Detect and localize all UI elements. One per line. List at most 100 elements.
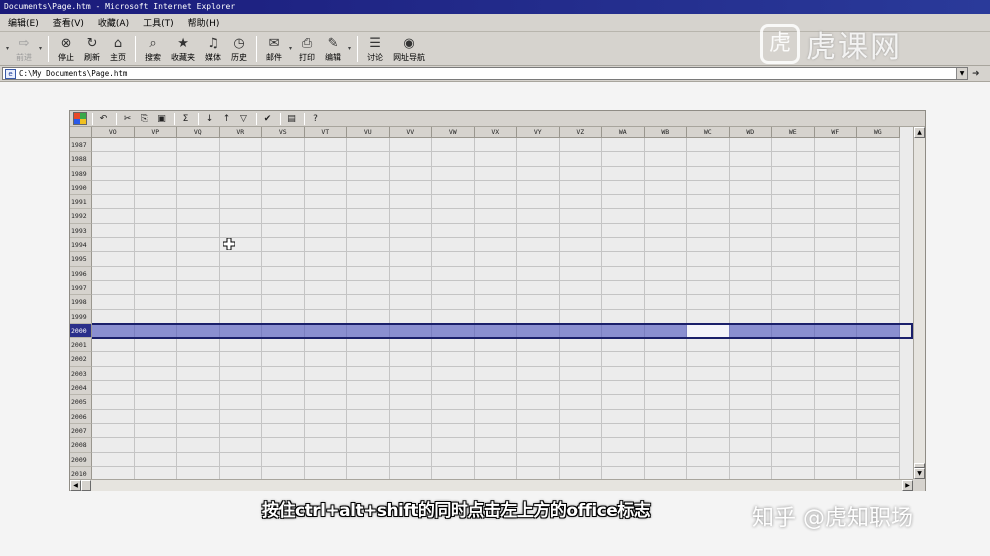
row-header[interactable]: 2007	[70, 423, 92, 439]
grid-cell[interactable]	[517, 152, 560, 167]
grid-cell[interactable]	[177, 466, 220, 479]
grid-cell[interactable]	[559, 309, 602, 324]
grid-cell[interactable]	[219, 309, 262, 324]
grid-cell[interactable]	[474, 180, 517, 196]
column-header[interactable]: WA	[602, 127, 645, 138]
grid-cell[interactable]	[602, 366, 645, 382]
grid-cell[interactable]	[602, 438, 645, 453]
grid-cell[interactable]	[602, 252, 645, 267]
row-header[interactable]: 1987	[70, 138, 92, 153]
grid-cell[interactable]	[262, 466, 305, 479]
grid-cell[interactable]	[219, 381, 262, 396]
row-header[interactable]: 1991	[70, 195, 92, 210]
grid-cell[interactable]	[432, 452, 475, 467]
grid-cell[interactable]	[134, 409, 177, 424]
grid-cell[interactable]	[857, 166, 900, 181]
grid-cell[interactable]	[389, 209, 432, 224]
grid-cell[interactable]	[219, 295, 262, 310]
grid-cell[interactable]	[644, 138, 687, 153]
grid-cell[interactable]	[92, 166, 135, 181]
grid-cell[interactable]	[304, 223, 347, 239]
grid-cell[interactable]	[92, 381, 135, 396]
grid-cell[interactable]	[772, 138, 815, 153]
grid-cell[interactable]	[559, 409, 602, 424]
grid-cell[interactable]	[517, 323, 560, 339]
grid-cell[interactable]	[814, 223, 857, 239]
media-button[interactable]: ♫ 媒体	[200, 34, 226, 64]
grid-cell[interactable]	[134, 295, 177, 310]
grid-cell[interactable]	[814, 409, 857, 424]
grid-cell[interactable]	[347, 466, 390, 479]
grid-cell[interactable]	[177, 280, 220, 296]
grid-cell[interactable]	[92, 395, 135, 410]
grid-cell[interactable]	[92, 352, 135, 367]
grid-cell[interactable]	[177, 252, 220, 267]
grid-cell[interactable]	[177, 195, 220, 210]
grid-cell[interactable]	[177, 238, 220, 253]
autofilter-icon[interactable]: ▽	[236, 112, 251, 126]
history-button[interactable]: ◷ 历史	[226, 34, 252, 64]
grid-cell[interactable]	[474, 252, 517, 267]
grid-cell[interactable]	[219, 366, 262, 382]
grid-cell[interactable]	[559, 466, 602, 479]
grid-cell[interactable]	[644, 295, 687, 310]
grid-cell[interactable]	[177, 323, 220, 339]
grid-cell[interactable]	[729, 352, 772, 367]
grid-cell[interactable]	[857, 195, 900, 210]
grid-cell[interactable]	[517, 381, 560, 396]
grid-cell[interactable]	[772, 381, 815, 396]
grid-cell[interactable]	[644, 180, 687, 196]
grid-cell[interactable]	[602, 452, 645, 467]
grid-cell[interactable]	[772, 152, 815, 167]
grid-cell[interactable]	[219, 409, 262, 424]
row-header[interactable]: 2001	[70, 338, 92, 353]
grid-cell[interactable]	[347, 138, 390, 153]
row-header[interactable]: 2009	[70, 452, 92, 467]
grid-cell[interactable]	[814, 152, 857, 167]
grid-cell[interactable]	[644, 195, 687, 210]
grid-cell[interactable]	[304, 381, 347, 396]
grid-cell[interactable]	[857, 423, 900, 439]
grid-cell[interactable]	[347, 309, 390, 324]
grid-cell[interactable]	[729, 152, 772, 167]
grid-cell[interactable]	[304, 138, 347, 153]
grid-cell[interactable]	[517, 252, 560, 267]
grid-cell[interactable]	[474, 352, 517, 367]
grid-cell[interactable]	[134, 180, 177, 196]
grid-cell[interactable]	[644, 381, 687, 396]
horizontal-scrollbar[interactable]: ◀ ▶	[70, 479, 913, 491]
grid-cell[interactable]	[304, 423, 347, 439]
grid-cell[interactable]	[517, 195, 560, 210]
row-header[interactable]: 1993	[70, 223, 92, 239]
grid-cell[interactable]	[772, 466, 815, 479]
grid-cell[interactable]	[857, 138, 900, 153]
column-header[interactable]: WC	[687, 127, 730, 138]
grid-cell[interactable]	[602, 152, 645, 167]
grid-cell[interactable]	[772, 409, 815, 424]
grid-cell[interactable]	[92, 452, 135, 467]
grid-cell[interactable]	[602, 309, 645, 324]
grid-cell[interactable]	[474, 323, 517, 339]
grid-cell[interactable]	[857, 395, 900, 410]
grid-cell[interactable]	[644, 252, 687, 267]
grid-cell[interactable]	[134, 452, 177, 467]
grid-cell[interactable]	[304, 195, 347, 210]
grid-cell[interactable]	[644, 423, 687, 439]
grid-cell[interactable]	[134, 438, 177, 453]
grid-cell[interactable]	[389, 195, 432, 210]
grid-cell[interactable]	[347, 381, 390, 396]
row-header[interactable]: 1989	[70, 166, 92, 181]
row-header[interactable]: 1992	[70, 209, 92, 224]
grid-cell[interactable]	[262, 309, 305, 324]
grid-cell[interactable]	[177, 295, 220, 310]
grid-cell[interactable]	[474, 280, 517, 296]
grid-cell[interactable]	[177, 166, 220, 181]
grid-cell[interactable]	[134, 338, 177, 353]
menu-item[interactable]: 帮助(H)	[188, 16, 220, 29]
grid-cell[interactable]	[389, 180, 432, 196]
grid-cell[interactable]	[517, 209, 560, 224]
mail-button[interactable]: ✉ 邮件	[261, 34, 287, 64]
copy-icon[interactable]: ⎘	[137, 112, 152, 126]
grid-cell[interactable]	[177, 423, 220, 439]
sort-descending-icon[interactable]: ↑	[219, 112, 234, 126]
